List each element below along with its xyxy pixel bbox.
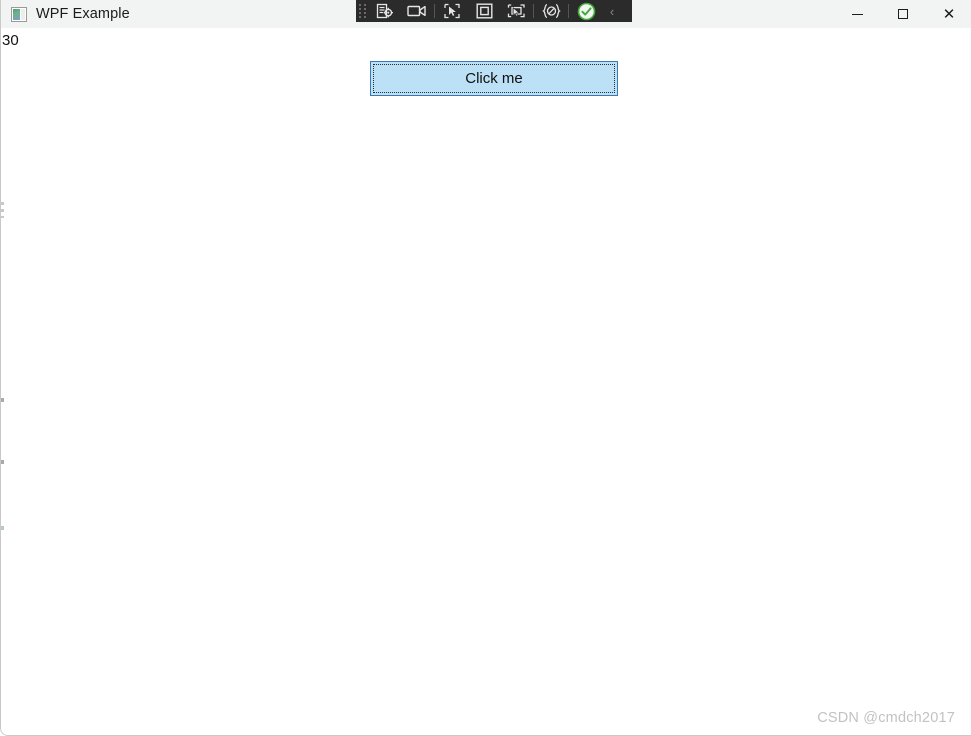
close-button[interactable]: ✕ — [926, 0, 971, 28]
display-layout-adorner-icon[interactable] — [468, 0, 500, 22]
window-content-area: 30 Click me CSDN @cmdch2017 — [1, 28, 971, 735]
toolbar-separator — [434, 4, 435, 18]
track-focused-element-icon[interactable] — [500, 0, 532, 22]
counter-value-text: 30 — [2, 32, 19, 49]
record-camera-icon[interactable] — [401, 0, 433, 22]
application-window: WPF Example ✕ ‹ 30 Click me CSDN @cmdch2… — [0, 0, 971, 736]
collapse-toolbar-chevron-icon[interactable]: ‹ — [602, 0, 622, 22]
toolbar-separator — [533, 4, 534, 18]
toolbar-drag-handle[interactable] — [356, 0, 369, 22]
click-me-button[interactable]: Click me — [370, 61, 618, 96]
dev-tools-toolbar[interactable]: ‹ — [356, 0, 632, 22]
window-title: WPF Example — [36, 6, 130, 22]
screenshot-root: WPF Example ✕ ‹ 30 Click me CSDN @cmdch2… — [0, 0, 971, 736]
click-me-button-label: Click me — [465, 70, 523, 87]
edge-artifact — [1, 526, 4, 530]
title-bar-left-group: WPF Example — [11, 0, 130, 28]
minimize-button[interactable] — [834, 0, 880, 28]
hot-reload-check-icon[interactable] — [570, 0, 602, 22]
select-element-cursor-icon[interactable] — [436, 0, 468, 22]
toolbar-separator — [568, 4, 569, 18]
edge-artifact — [1, 216, 4, 218]
edge-artifact — [1, 209, 4, 212]
xaml-braces-icon[interactable] — [535, 0, 567, 22]
edge-artifact — [1, 398, 4, 402]
maximize-button[interactable] — [880, 0, 926, 28]
minimize-icon — [851, 13, 863, 15]
maximize-icon — [898, 9, 908, 19]
live-visual-tree-icon[interactable] — [369, 0, 401, 22]
edge-artifact — [1, 460, 4, 464]
csdn-watermark: CSDN @cmdch2017 — [817, 710, 955, 726]
window-controls: ✕ — [834, 0, 971, 28]
close-icon: ✕ — [942, 4, 956, 23]
image-thumbnail-icon — [11, 6, 27, 22]
edge-artifact — [1, 202, 4, 205]
